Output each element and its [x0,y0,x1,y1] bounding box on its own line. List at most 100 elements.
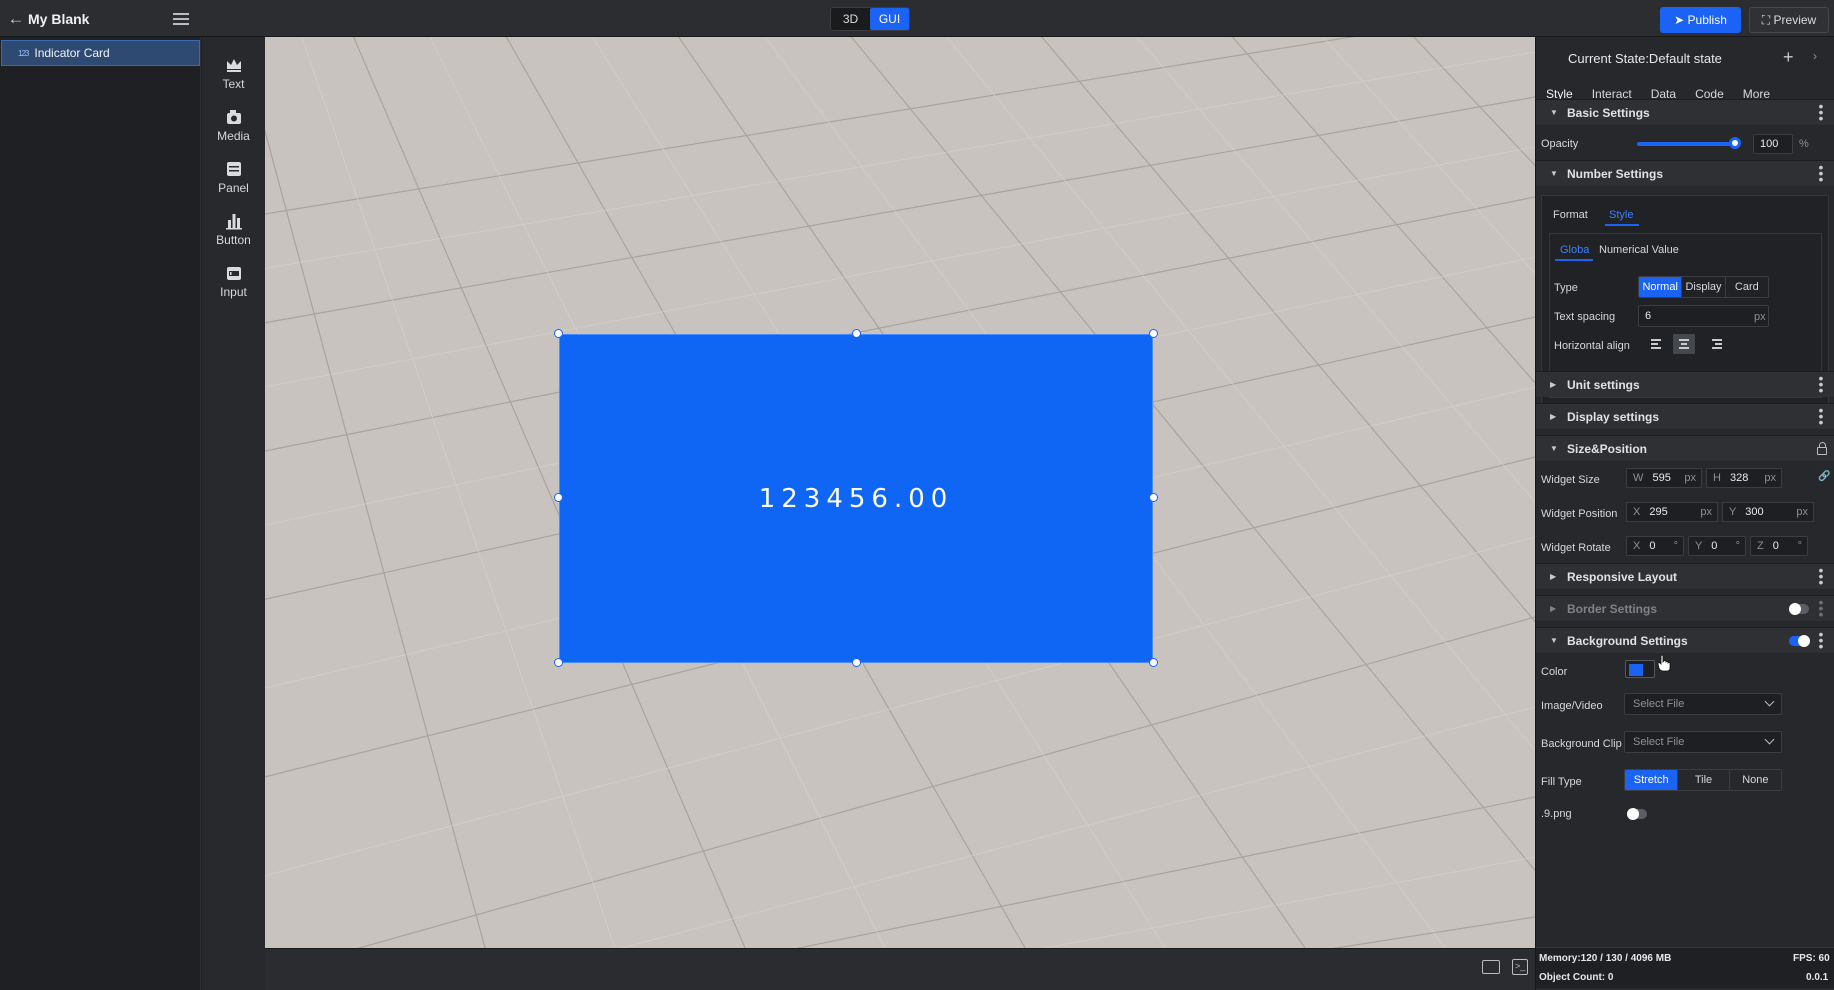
chevron-right-icon[interactable]: › [1813,49,1817,63]
align-center-icon[interactable] [1673,334,1695,354]
back-arrow-icon[interactable]: ← [6,9,26,29]
section-unit-settings[interactable]: ▶ Unit settings • • • [1536,371,1834,397]
resize-handle-left[interactable] [554,493,563,502]
type-card-option[interactable]: Card [1726,277,1768,297]
resize-handle-right[interactable] [1149,493,1158,502]
w-prefix: W [1633,472,1644,484]
border-toggle[interactable] [1789,603,1809,615]
inner-tab-underline [1555,259,1593,261]
rz-unit: ° [1797,540,1802,552]
more-vertical-icon[interactable]: • • • [1817,160,1825,186]
type-normal-option[interactable]: Normal [1639,277,1683,297]
color-picker[interactable] [1624,659,1658,681]
tool-input[interactable]: Input [202,254,265,306]
opacity-slider[interactable] [1637,142,1735,146]
link-aspect-icon[interactable]: 🔗 [1818,471,1830,482]
image-video-select[interactable]: Select File [1624,693,1782,715]
text-spacing-unit: px [1754,311,1766,323]
resize-handle-bottom[interactable] [852,658,861,667]
color-swatch[interactable] [1625,660,1655,678]
chevron-down-icon [1764,696,1775,707]
section-basic-settings[interactable]: ▼ Basic Settings • • • [1536,99,1834,125]
more-vertical-icon[interactable]: • • • [1817,99,1825,125]
more-vertical-icon[interactable]: • • • [1817,595,1825,621]
caret-down-icon: ▼ [1550,108,1558,117]
section-number-settings[interactable]: ▼ Number Settings • • • [1536,160,1834,186]
resize-handle-bottom-left[interactable] [554,658,563,667]
rotate-y-input[interactable]: Y 0 ° [1688,536,1746,556]
lock-icon[interactable] [1817,442,1827,455]
background-toggle[interactable] [1789,635,1810,647]
tool-panel[interactable]: Panel [202,150,265,202]
indicator-card-widget[interactable]: 123456.00 [559,334,1153,663]
align-left-icon[interactable] [1646,334,1668,354]
fill-none-option[interactable]: None [1730,770,1781,790]
keyboard-icon[interactable] [1482,960,1500,974]
more-vertical-icon[interactable]: • • • [1817,627,1825,653]
tool-rail: Text Media Panel Button Input [202,37,265,990]
opacity-input[interactable]: 100 [1753,134,1793,154]
resize-handle-top-left[interactable] [554,329,563,338]
section-background-settings[interactable]: ▼ Background Settings • • • [1536,627,1834,653]
tool-media[interactable]: Media [202,98,265,150]
subtab-underline [1605,224,1639,226]
mode-3d-button[interactable]: 3D [831,8,870,30]
inner-tab-numerical-value[interactable]: Numerical Value [1599,244,1679,256]
add-state-plus-icon[interactable]: + [1783,47,1794,68]
state-row: Current State:Default state + › [1536,37,1834,79]
type-label: Type [1554,282,1578,294]
section-size-position[interactable]: ▼ Size&Position [1536,435,1834,461]
inner-tab-globa[interactable]: Globa [1560,244,1589,256]
x-position-input[interactable]: X 295 px [1626,502,1718,522]
background-clip-select[interactable]: Select File [1624,731,1782,753]
resize-handle-top[interactable] [852,329,861,338]
canvas-viewport[interactable]: 123456.00 [265,37,1535,948]
more-vertical-icon[interactable]: • • • [1817,403,1825,429]
text-spacing-input[interactable]: 6 [1638,305,1769,327]
fill-type-label: Fill Type [1541,776,1582,788]
subtab-format[interactable]: Format [1553,209,1588,221]
layer-item-indicator-card[interactable]: 123 Indicator Card [1,40,200,66]
caret-down-icon: ▼ [1550,444,1558,453]
subtab-style[interactable]: Style [1609,209,1633,221]
fill-stretch-option[interactable]: Stretch [1625,770,1679,790]
section-title: Responsive Layout [1567,570,1678,584]
opacity-slider-knob[interactable] [1729,137,1741,149]
y-position-input[interactable]: Y 300 px [1722,502,1814,522]
color-fill [1629,664,1643,676]
h-unit: px [1764,472,1776,484]
media-icon [226,110,241,124]
fill-tile-option[interactable]: Tile [1678,770,1730,790]
resize-handle-bottom-right[interactable] [1149,658,1158,667]
rotate-x-input[interactable]: X 0 ° [1626,536,1684,556]
section-border-settings[interactable]: ▶ Border Settings • • • [1536,595,1834,621]
tool-text[interactable]: Text [202,46,265,98]
mode-toggle: 3D GUI [830,7,910,31]
version-readout: 0.0.1 [1806,972,1829,983]
w-value: 595 [1652,472,1671,484]
tool-button[interactable]: Button [202,202,265,254]
hamburger-menu-icon[interactable] [172,10,190,28]
fullscreen-icon: ⛶ [1761,13,1771,27]
opacity-unit: % [1799,138,1809,150]
height-input[interactable]: H 328 px [1706,468,1782,488]
tool-media-label: Media [217,129,250,143]
ry-value: 0 [1711,540,1718,552]
section-responsive-layout[interactable]: ▶ Responsive Layout • • • [1536,563,1834,589]
status-footer: Memory:120 / 130 / 4096 MB FPS: 60 Objec… [1536,947,1834,988]
type-display-option[interactable]: Display [1682,277,1726,297]
bottom-status-strip [265,948,1535,990]
more-vertical-icon[interactable]: • • • [1817,371,1825,397]
publish-button[interactable]: ➤ Publish [1660,7,1741,33]
section-display-settings[interactable]: ▶ Display settings • • • [1536,403,1834,429]
mode-gui-button[interactable]: GUI [870,8,909,30]
preview-button[interactable]: ⛶ Preview [1749,7,1829,33]
nine-png-toggle[interactable] [1627,808,1647,820]
rotate-z-input[interactable]: Z 0 ° [1750,536,1808,556]
width-input[interactable]: W 595 px [1626,468,1702,488]
more-vertical-icon[interactable]: • • • [1817,563,1825,589]
ry-prefix: Y [1695,540,1703,552]
terminal-icon[interactable]: >_ [1512,959,1528,975]
resize-handle-top-right[interactable] [1149,329,1158,338]
align-right-icon[interactable] [1706,334,1728,354]
